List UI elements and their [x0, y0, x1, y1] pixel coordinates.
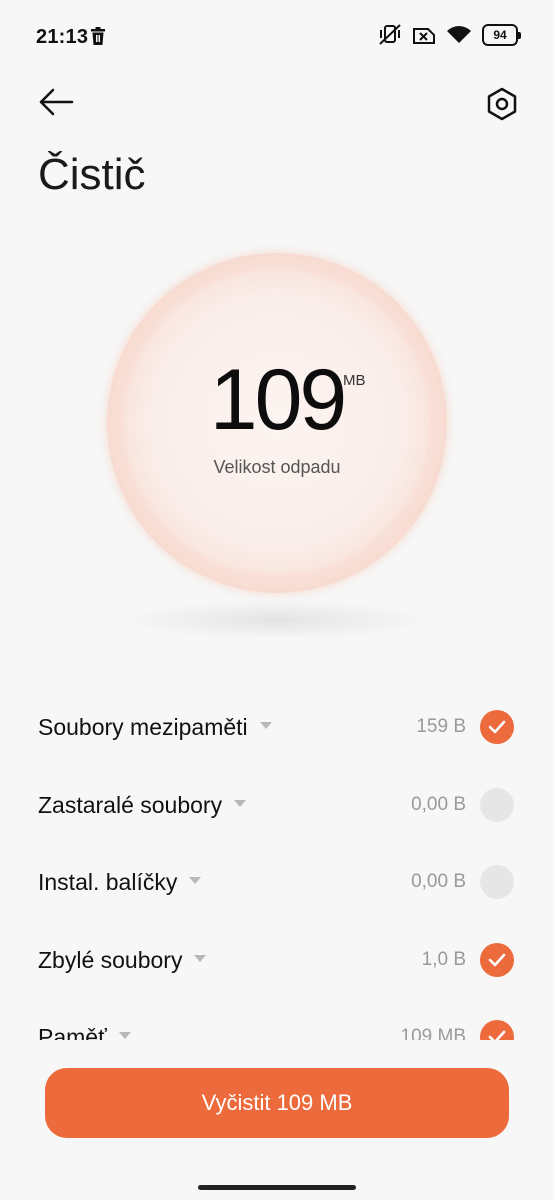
list-item-install-packages[interactable]: Instal. balíčky 0,00 B: [0, 843, 554, 921]
no-sim-icon: [412, 25, 436, 45]
wifi-icon: [446, 25, 472, 45]
checkbox-checked[interactable]: [480, 1020, 514, 1040]
junk-size-orb: 109 MB Velikost odpadu: [0, 215, 554, 665]
chevron-down-icon[interactable]: [189, 877, 202, 885]
home-indicator[interactable]: [198, 1185, 356, 1190]
battery-icon: 94: [482, 24, 521, 46]
list-item-label: Zbylé soubory: [38, 947, 207, 974]
list-item-label: Soubory mezipaměti: [38, 714, 272, 741]
back-button[interactable]: [38, 86, 74, 118]
checkbox-checked[interactable]: [480, 943, 514, 977]
page-title: Čistič: [38, 150, 146, 199]
settings-button[interactable]: [484, 86, 520, 122]
status-icons: 94: [378, 24, 521, 46]
junk-size-caption: Velikost odpadu: [213, 457, 341, 477]
mute-vibrate-icon: [378, 24, 402, 46]
trash-icon: [90, 27, 108, 47]
orb-shadow: [120, 600, 434, 640]
chevron-down-icon[interactable]: [118, 1032, 131, 1040]
chevron-down-icon[interactable]: [259, 722, 272, 730]
junk-size-number: 109: [209, 352, 347, 448]
list-item-cache-files[interactable]: Soubory mezipaměti 159 B: [0, 688, 554, 766]
status-bar: 21:13 94: [0, 0, 554, 72]
clean-button[interactable]: Vyčistit 109 MB: [45, 1068, 509, 1138]
list-item-label: Instal. balíčky: [38, 869, 202, 896]
settings-hexagon-icon: [484, 87, 520, 126]
list-item-memory[interactable]: Paměť 109 MB: [0, 998, 554, 1040]
list-item-label: Paměť: [38, 1024, 131, 1040]
list-item-obsolete-files[interactable]: Zastaralé soubory 0,00 B: [0, 766, 554, 844]
junk-category-list: Soubory mezipaměti 159 B Zastaralé soubo…: [0, 688, 554, 1040]
list-item-label: Zastaralé soubory: [38, 792, 247, 819]
status-time: 21:13: [36, 26, 89, 48]
list-item-size: 159 B: [416, 716, 466, 737]
list-item-size: 109 MB: [400, 1026, 466, 1040]
arrow-left-icon: [38, 88, 74, 122]
checkbox-checked[interactable]: [480, 710, 514, 744]
list-item-size: 0,00 B: [411, 794, 466, 815]
list-item-residual-files[interactable]: Zbylé soubory 1,0 B: [0, 921, 554, 999]
list-item-size: 1,0 B: [421, 949, 466, 970]
junk-size-unit: MB: [343, 372, 366, 389]
chevron-down-icon[interactable]: [234, 800, 247, 808]
junk-size-value: 109: [0, 357, 554, 443]
checkbox-unchecked[interactable]: [480, 865, 514, 899]
checkbox-unchecked[interactable]: [480, 788, 514, 822]
chevron-down-icon[interactable]: [194, 955, 207, 963]
list-item-size: 0,00 B: [411, 871, 466, 892]
